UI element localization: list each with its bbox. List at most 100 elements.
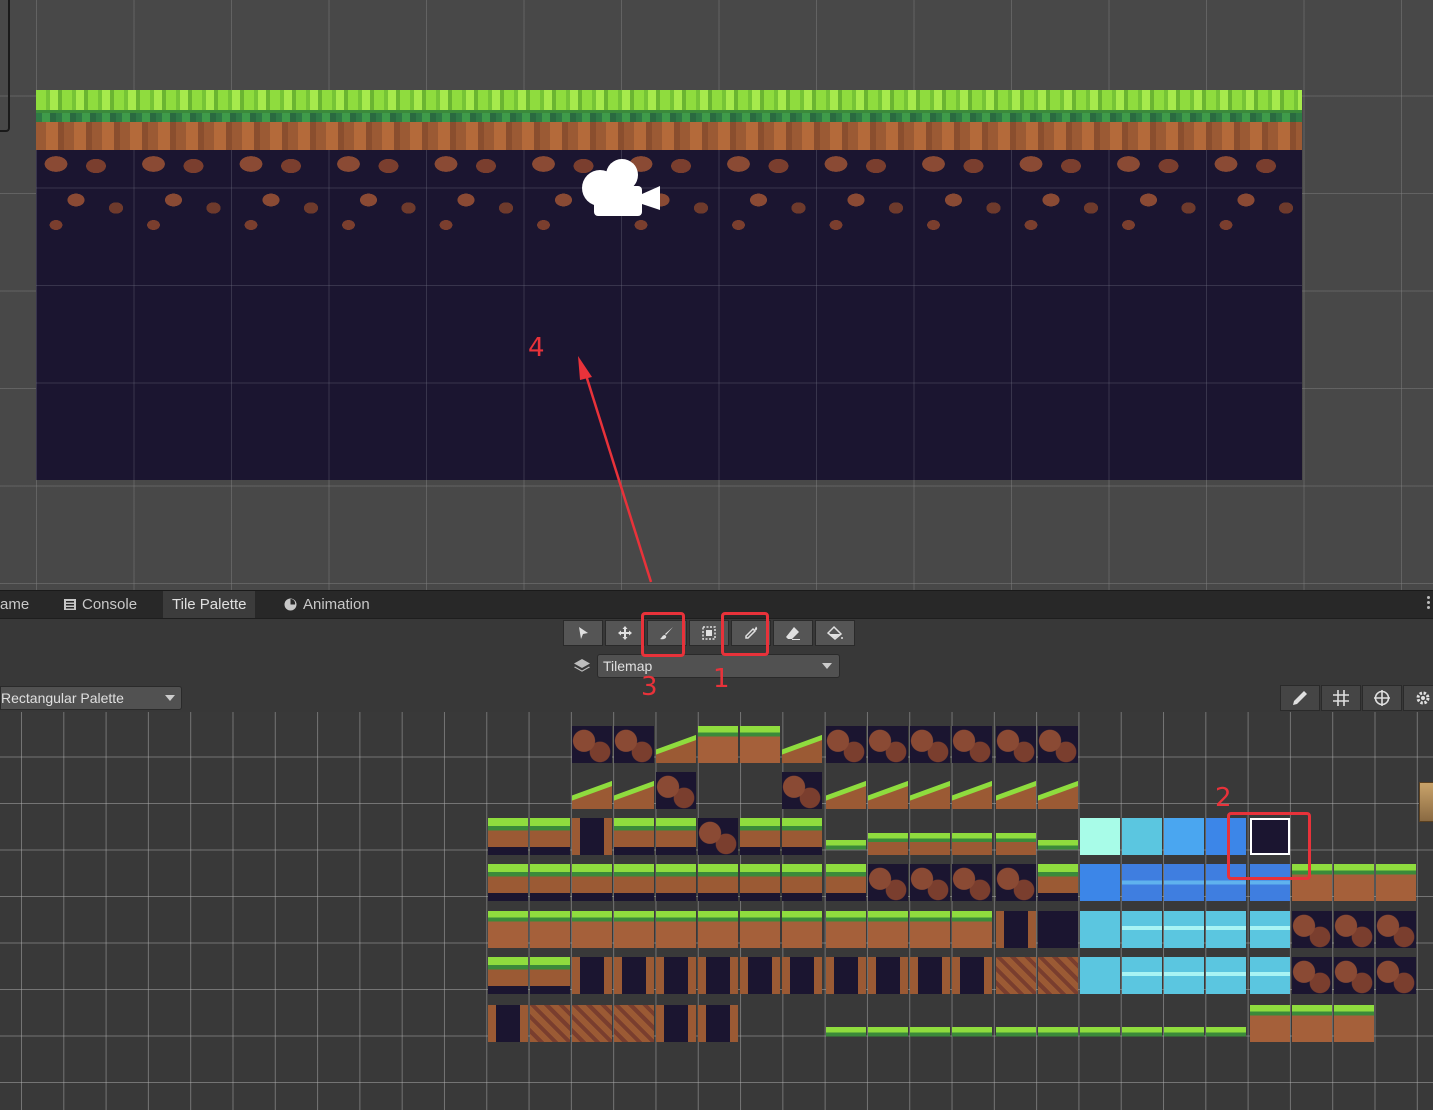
palette-tile[interactable] [1292,1005,1332,1042]
palette-tile[interactable] [698,1005,738,1042]
palette-tile[interactable] [910,726,950,763]
palette-tile[interactable] [740,818,780,855]
palette-tile[interactable] [1164,911,1204,948]
palette-tile[interactable] [1334,957,1374,994]
palette-tile[interactable] [782,911,822,948]
palette-tile[interactable] [656,772,696,809]
palette-tile[interactable] [1376,957,1416,994]
palette-tile[interactable] [530,957,570,994]
palette-tile[interactable] [826,818,866,855]
palette-tile[interactable] [952,818,992,855]
palette-tile[interactable] [782,818,822,855]
palette-tile[interactable] [910,818,950,855]
eraser-tool-button[interactable] [773,620,813,646]
palette-tile[interactable] [910,864,950,901]
palette-tile[interactable] [996,818,1036,855]
palette-tile[interactable] [488,864,528,901]
palette-tile[interactable] [614,726,654,763]
palette-tile[interactable] [1038,772,1078,809]
palette-tile[interactable] [1292,957,1332,994]
palette-tile[interactable] [1164,957,1204,994]
palette-tile[interactable] [826,772,866,809]
palette-tile[interactable] [1164,1005,1204,1042]
palette-tile[interactable] [572,818,612,855]
palette-tile[interactable] [868,864,908,901]
palette-dropdown[interactable]: Rectangular Palette [0,686,182,710]
palette-settings-button[interactable] [1403,685,1433,711]
palette-tile[interactable] [952,726,992,763]
palette-tile[interactable] [656,911,696,948]
palette-tile[interactable] [996,726,1036,763]
palette-tile[interactable] [952,864,992,901]
palette-tile[interactable] [572,864,612,901]
palette-tile[interactable] [1080,957,1120,994]
palette-tile[interactable] [1038,911,1078,948]
palette-tile[interactable] [1038,957,1078,994]
palette-tile[interactable] [1334,911,1374,948]
scene-view[interactable] [0,0,1433,590]
palette-tile[interactable] [1206,911,1246,948]
palette-tile[interactable] [1122,1005,1162,1042]
palette-tile[interactable] [1250,957,1290,994]
palette-tile[interactable] [952,772,992,809]
palette-tile[interactable] [782,957,822,994]
palette-tile[interactable] [614,1005,654,1042]
palette-tile[interactable] [530,818,570,855]
palette-tile-grid[interactable] [0,712,1433,1110]
palette-tile[interactable] [868,911,908,948]
tab-console[interactable]: Console [56,591,145,618]
flood-fill-tool-button[interactable] [815,620,855,646]
palette-tile[interactable] [1122,864,1162,901]
palette-tile[interactable] [868,818,908,855]
palette-tile[interactable] [952,1005,992,1042]
palette-tile[interactable] [530,911,570,948]
palette-tile[interactable] [868,957,908,994]
palette-tile[interactable] [1122,818,1162,855]
palette-tile[interactable] [1164,864,1204,901]
palette-tile[interactable] [1334,864,1374,901]
palette-tile[interactable] [1038,726,1078,763]
palette-tile[interactable] [530,864,570,901]
palette-tile[interactable] [952,957,992,994]
palette-tile[interactable] [698,818,738,855]
palette-tile[interactable] [698,864,738,901]
palette-tile[interactable] [1334,1005,1374,1042]
palette-tile[interactable] [910,911,950,948]
palette-tile[interactable] [656,726,696,763]
edit-palette-button[interactable] [1280,685,1320,711]
palette-tile[interactable] [1080,1005,1120,1042]
gizmo-toggle-button[interactable] [1362,685,1402,711]
palette-tile[interactable] [656,818,696,855]
move-tool-button[interactable] [605,620,645,646]
palette-tile[interactable] [1080,911,1120,948]
palette-tile[interactable] [656,1005,696,1042]
palette-tile[interactable] [488,818,528,855]
palette-tile[interactable] [656,957,696,994]
palette-tile[interactable] [572,726,612,763]
palette-tile[interactable] [952,911,992,948]
palette-tile[interactable] [656,864,696,901]
palette-tile[interactable] [698,726,738,763]
palette-tile[interactable] [910,957,950,994]
palette-tile[interactable] [1250,1005,1290,1042]
palette-tile[interactable] [996,864,1036,901]
palette-tile[interactable] [530,1005,570,1042]
palette-tile[interactable] [572,772,612,809]
palette-tile[interactable] [996,957,1036,994]
palette-tile[interactable] [488,957,528,994]
palette-tile[interactable] [740,911,780,948]
palette-tile[interactable] [1206,1005,1246,1042]
palette-tile[interactable] [1376,864,1416,901]
palette-tile[interactable] [488,1005,528,1042]
palette-tile[interactable] [1164,818,1204,855]
tab-animation[interactable]: Animation [276,591,378,618]
palette-tile[interactable] [826,957,866,994]
palette-tile[interactable] [868,726,908,763]
palette-tile[interactable] [910,1005,950,1042]
panel-menu-icon[interactable] [1427,596,1431,612]
palette-tile[interactable] [614,818,654,855]
palette-tile[interactable] [782,864,822,901]
palette-tile[interactable] [826,911,866,948]
select-tool-button[interactable] [563,620,603,646]
palette-tile[interactable] [614,911,654,948]
